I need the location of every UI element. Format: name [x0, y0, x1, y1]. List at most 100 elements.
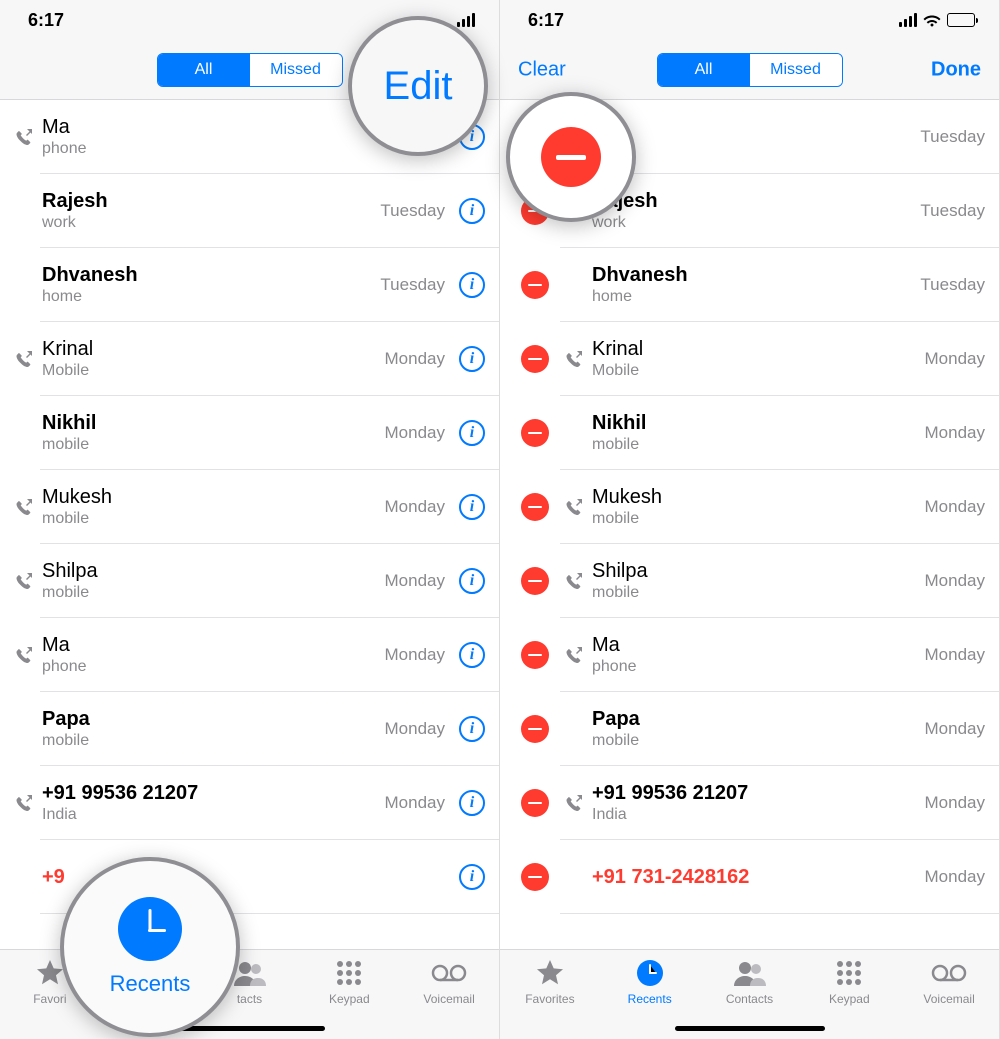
delete-row-button[interactable] — [510, 863, 560, 891]
call-day: Monday — [925, 719, 985, 739]
call-row[interactable]: +91 99536 21207IndiaMonday — [500, 766, 999, 840]
caller-name: Ma — [42, 116, 380, 139]
contacts-icon — [732, 958, 766, 988]
caller-name: Mukesh — [42, 486, 385, 509]
call-row[interactable]: MaphoneMonday — [500, 618, 999, 692]
home-indicator[interactable] — [675, 1026, 825, 1031]
info-button[interactable]: i — [459, 568, 485, 594]
tab-voicemail[interactable]: Voicemail — [899, 958, 999, 1039]
done-button[interactable]: Done — [913, 58, 999, 81]
call-info: Papamobile — [590, 708, 925, 750]
call-day: Monday — [925, 645, 985, 665]
delete-row-button[interactable] — [510, 789, 560, 817]
segment-missed[interactable]: Missed — [750, 54, 842, 86]
call-day: Monday — [925, 793, 985, 813]
tab-label: Keypad — [329, 992, 370, 1006]
call-row[interactable]: KrinalMobileMonday — [500, 322, 999, 396]
outgoing-call-icon — [16, 794, 34, 812]
delete-row-button[interactable] — [510, 419, 560, 447]
caller-subtitle: phone — [42, 657, 385, 676]
caller-subtitle: mobile — [592, 731, 925, 750]
call-day: Monday — [385, 349, 445, 369]
call-row[interactable]: MukeshmobileMondayi — [0, 470, 499, 544]
call-row[interactable]: KrinalMobileMondayi — [0, 322, 499, 396]
caller-subtitle: work — [42, 213, 380, 232]
call-row[interactable]: ShilpamobileMonday — [500, 544, 999, 618]
delete-row-button[interactable] — [510, 715, 560, 743]
caller-name: +91 731-2428162 — [592, 866, 925, 889]
row-trailing: Monday — [925, 571, 985, 591]
info-button[interactable]: i — [459, 716, 485, 742]
tab-favorites[interactable]: Favorites — [500, 958, 600, 1039]
minus-icon — [521, 345, 549, 373]
caller-subtitle: phone — [592, 657, 925, 676]
minus-icon — [521, 567, 549, 595]
caller-name: Ma — [42, 634, 385, 657]
segment-all[interactable]: All — [658, 54, 750, 86]
call-row[interactable]: MukeshmobileMonday — [500, 470, 999, 544]
info-button[interactable]: i — [459, 494, 485, 520]
caller-name: Shilpa — [592, 560, 925, 583]
delete-row-button[interactable] — [510, 271, 560, 299]
delete-row-button[interactable] — [510, 567, 560, 595]
call-info: Maphone — [590, 634, 925, 676]
delete-row-button[interactable] — [510, 493, 560, 521]
caller-subtitle: home — [42, 287, 380, 306]
info-icon: i — [470, 424, 474, 442]
outgoing-call-icon — [16, 572, 34, 590]
call-info: Dhvaneshhome — [590, 264, 920, 306]
caller-name: Nikhil — [42, 412, 385, 435]
caller-subtitle: hone — [592, 139, 920, 158]
call-row[interactable]: +91 731-2428162Monday — [500, 840, 999, 914]
outgoing-indicator — [10, 350, 40, 368]
segment-missed[interactable]: Missed — [250, 54, 342, 86]
info-icon: i — [470, 498, 474, 516]
keypad-icon — [836, 958, 862, 988]
call-day: Monday — [385, 423, 445, 443]
caller-subtitle: mobile — [42, 509, 385, 528]
home-indicator[interactable] — [175, 1026, 325, 1031]
status-time: 6:17 — [528, 10, 564, 31]
call-row[interactable]: +91 99536 21207IndiaMondayi — [0, 766, 499, 840]
info-button[interactable]: i — [459, 420, 485, 446]
tab-voicemail[interactable]: Voicemail — [399, 958, 499, 1039]
call-row[interactable]: DhvaneshhomeTuesday — [500, 248, 999, 322]
call-row[interactable]: ShilpamobileMondayi — [0, 544, 499, 618]
row-trailing: Monday i — [385, 420, 485, 446]
call-row[interactable]: MaphoneMondayi — [0, 618, 499, 692]
row-trailing: Monday — [925, 349, 985, 369]
call-day: Monday — [385, 793, 445, 813]
caller-name: Rajesh — [592, 190, 920, 213]
call-row[interactable]: PapamobileMondayi — [0, 692, 499, 766]
call-row[interactable]: RajeshworkTuesdayi — [0, 174, 499, 248]
call-row[interactable]: PapamobileMonday — [500, 692, 999, 766]
call-row[interactable]: NikhilmobileMonday — [500, 396, 999, 470]
call-day: Monday — [925, 571, 985, 591]
info-button[interactable]: i — [459, 198, 485, 224]
call-info: Mukeshmobile — [590, 486, 925, 528]
tab-label: tacts — [237, 992, 262, 1006]
call-list[interactable]: MaphoneTuesdayiRajeshworkTuesdayiDhvanes… — [0, 100, 499, 914]
minus-icon — [521, 493, 549, 521]
clear-button[interactable]: Clear — [500, 58, 584, 81]
status-bar: 6:17 — [500, 0, 999, 40]
call-row[interactable]: NikhilmobileMondayi — [0, 396, 499, 470]
info-button[interactable]: i — [459, 346, 485, 372]
caller-name: Nikhil — [592, 412, 925, 435]
call-day: Monday — [385, 645, 445, 665]
segment-all[interactable]: All — [158, 54, 250, 86]
delete-row-button[interactable] — [510, 345, 560, 373]
info-button[interactable]: i — [459, 864, 485, 890]
info-button[interactable]: i — [459, 642, 485, 668]
row-trailing: Monday — [925, 645, 985, 665]
info-button[interactable]: i — [459, 790, 485, 816]
row-trailing: Monday — [925, 867, 985, 887]
call-list[interactable]: MahoneTuesdayRajeshworkTuesdayDhvaneshho… — [500, 100, 999, 914]
delete-row-button[interactable] — [510, 641, 560, 669]
segmented-control[interactable]: All Missed — [157, 53, 343, 87]
segmented-control[interactable]: All Missed — [657, 53, 843, 87]
call-row[interactable]: DhvaneshhomeTuesdayi — [0, 248, 499, 322]
info-button[interactable]: i — [459, 272, 485, 298]
outgoing-indicator — [560, 794, 590, 812]
clock-icon — [636, 958, 664, 988]
